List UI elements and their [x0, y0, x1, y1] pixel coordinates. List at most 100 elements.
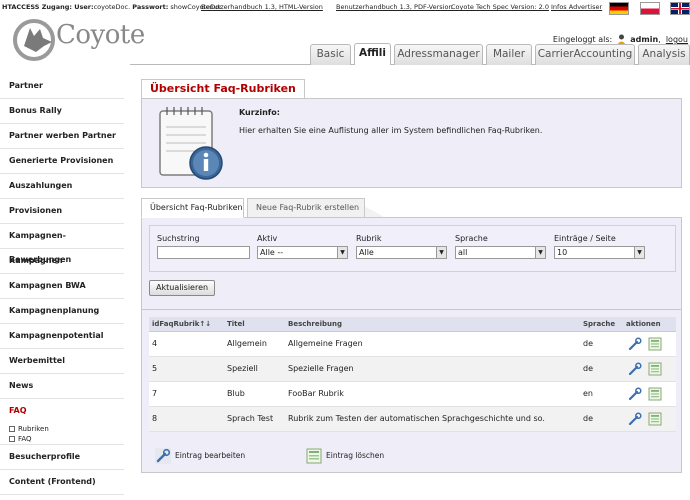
- checkbox-icon: [9, 426, 15, 432]
- sidebar-item-news[interactable]: News: [0, 374, 124, 399]
- sprache-select[interactable]: all ▼: [455, 246, 546, 259]
- table-row: 5 Speziell Spezielle Fragen de: [149, 357, 676, 382]
- sidebar-item-generierte-provisionen[interactable]: Generierte Provisionen: [0, 149, 124, 174]
- sidebar-item-werbemittel[interactable]: Werbemittel: [0, 349, 124, 374]
- sidebar-item-kampagnenpotential[interactable]: Kampagnenpotential: [0, 324, 124, 349]
- manual-pdf-link[interactable]: Benutzerhandbuch 1.3, PDF-Version: [336, 3, 453, 11]
- chevron-down-icon: ▼: [337, 247, 347, 258]
- page-title: Übersicht Faq-Rubriken: [141, 79, 305, 98]
- legend-delete-label: Eintrag löschen: [326, 451, 385, 460]
- coyote-logo[interactable]: Coyote: [10, 16, 145, 62]
- sidebar-item-auszahlungen[interactable]: Auszahlungen: [0, 174, 124, 199]
- table-panel: idFaqRubrik↑↓ Titel Beschreibung Sprache…: [141, 310, 682, 473]
- sidebar-item-partner-werben-partner[interactable]: Partner werben Partner: [0, 124, 124, 149]
- tab-carrieraccounting[interactable]: CarrierAccounting: [535, 44, 635, 65]
- cell-sprache: de: [583, 414, 593, 423]
- sidebar-item-faq[interactable]: FAQ: [0, 399, 124, 424]
- sidebar-subitem-rubriken[interactable]: Rubriken: [0, 424, 124, 434]
- sidebar-item-kampagnen[interactable]: Kampagnen: [0, 249, 124, 274]
- cell-beschreibung: Allgemeine Fragen: [288, 339, 363, 348]
- sidebar-item-kampagnen-bwa[interactable]: Kampagnen BWA: [0, 274, 124, 299]
- tab-affili[interactable]: Affili: [354, 43, 391, 65]
- notepad-info-icon: [159, 107, 223, 180]
- cell-titel: Sprach Test: [227, 414, 274, 423]
- rubrik-label: Rubrik: [356, 234, 382, 243]
- edit-wrench-icon: [155, 448, 171, 464]
- table-row: 7 Blub FooBar Rubrik en: [149, 382, 676, 407]
- edit-wrench-icon[interactable]: [628, 387, 642, 401]
- table-row: 4 Allgemein Allgemeine Fragen de: [149, 332, 676, 357]
- table-header-row: idFaqRubrik↑↓ Titel Beschreibung Sprache…: [149, 317, 676, 332]
- col-header-titel[interactable]: Titel: [227, 317, 245, 331]
- entries-label: Einträge / Seite: [554, 234, 616, 243]
- tab-overview[interactable]: Übersicht Faq-Rubriken: [141, 198, 244, 218]
- tab-create-new[interactable]: Neue Faq-Rubrik erstellen: [247, 198, 365, 218]
- sidebar-item-content-frontend[interactable]: Content (Frontend): [0, 470, 124, 495]
- info-box: Kurzinfo: Hier erhalten Sie eine Auflist…: [141, 98, 682, 188]
- infos-advertiser-link[interactable]: Infos Advertiser: [551, 3, 602, 11]
- edit-wrench-icon[interactable]: [628, 362, 642, 376]
- main-content: Übersicht Faq-Rubriken Kurzinfo: Hier er…: [133, 74, 690, 500]
- chevron-down-icon: ▼: [535, 247, 545, 258]
- col-header-sprache[interactable]: Sprache: [583, 317, 615, 331]
- logout-link[interactable]: logou: [666, 35, 688, 44]
- edit-wrench-icon[interactable]: [628, 337, 642, 351]
- manual-html-link[interactable]: Benutzerhandbuch 1.3, HTML-Version: [201, 3, 323, 11]
- sidebar-item-kampagnenplanung[interactable]: Kampagnenplanung: [0, 299, 124, 324]
- cell-id: 7: [152, 389, 158, 398]
- cell-titel: Blub: [227, 389, 245, 398]
- edit-wrench-icon[interactable]: [628, 412, 642, 426]
- login-label: Eingeloggt als:: [552, 35, 613, 44]
- chevron-down-icon: ▼: [634, 247, 644, 258]
- search-input[interactable]: [157, 246, 250, 259]
- cell-titel: Allgemein: [227, 339, 267, 348]
- cell-id: 4: [152, 339, 158, 348]
- cell-sprache: de: [583, 364, 593, 373]
- chevron-down-icon: ▼: [436, 247, 446, 258]
- delete-entry-icon[interactable]: [648, 337, 662, 351]
- cell-beschreibung: Rubrik zum Testen der automatischen Spra…: [288, 414, 545, 423]
- tab-mailer[interactable]: Mailer: [486, 44, 532, 65]
- col-header-beschreibung[interactable]: Beschreibung: [288, 317, 342, 331]
- delete-entry-icon[interactable]: [648, 412, 662, 426]
- col-header-aktionen: aktionen: [626, 320, 661, 328]
- refresh-button[interactable]: Aktualisieren: [149, 280, 216, 296]
- top-bar: HTACCESS Zugang: User:coyoteDoc. Passwor…: [0, 0, 690, 15]
- aktiv-select[interactable]: Alle -- ▼: [257, 246, 348, 259]
- rubrik-select[interactable]: Alle ▼: [356, 246, 447, 259]
- sidebar-item-provisionen[interactable]: Provisionen: [0, 199, 124, 224]
- col-header-id[interactable]: idFaqRubrik↑↓: [152, 317, 211, 331]
- cell-id: 5: [152, 364, 158, 373]
- table-row: 8 Sprach Test Rubrik zum Testen der automa…: [149, 407, 676, 432]
- sidebar-item-bonus-rally[interactable]: Bonus Rally: [0, 99, 124, 124]
- logo-text: Coyote: [56, 20, 145, 50]
- cell-titel: Speziell: [227, 364, 258, 373]
- sidebar-item-besucherprofile[interactable]: Besucherprofile: [0, 445, 124, 470]
- filter-panel: Suchstring Aktiv Alle -- ▼ Rubrik Alle ▼ S…: [141, 217, 682, 310]
- sidebar-item-kampagnen-bewerbungen[interactable]: Kampagnen-Bewerbungen: [0, 224, 124, 264]
- info-title: Kurzinfo:: [239, 108, 280, 117]
- delete-entry-icon[interactable]: [648, 387, 662, 401]
- tab-adressmanager[interactable]: Adressmanager: [394, 44, 483, 65]
- sidebar-subitem-faq[interactable]: FAQ: [0, 434, 124, 445]
- faq-rubrik-table: idFaqRubrik↑↓ Titel Beschreibung Sprache…: [149, 317, 676, 432]
- htaccess-info: HTACCESS Zugang: User:coyoteDoc. Passwor…: [2, 3, 223, 11]
- sort-arrows-icon: ↑↓: [199, 320, 212, 328]
- info-text: Hier erhalten Sie eine Auflistung aller …: [239, 126, 543, 135]
- tech-spec-link[interactable]: Coyote Tech Spec Version: 2.0: [451, 3, 549, 11]
- cell-id: 8: [152, 414, 158, 423]
- legend-edit-label: Eintrag bearbeiten: [175, 451, 246, 460]
- tab-basic[interactable]: Basic: [310, 44, 351, 65]
- delete-entry-icon[interactable]: [648, 362, 662, 376]
- username: admin: [630, 35, 659, 44]
- cell-sprache: en: [583, 389, 593, 398]
- tab-analysis[interactable]: Analysis: [638, 44, 690, 65]
- delete-entry-icon: [306, 448, 322, 464]
- cell-beschreibung: Spezielle Fragen: [288, 364, 354, 373]
- cell-sprache: de: [583, 339, 593, 348]
- sidebar-item-partner[interactable]: Partner: [0, 74, 124, 99]
- checkbox-icon: [9, 436, 15, 442]
- cell-beschreibung: FooBar Rubrik: [288, 389, 344, 398]
- filter-fields: Suchstring Aktiv Alle -- ▼ Rubrik Alle ▼ S…: [149, 225, 676, 272]
- entries-select[interactable]: 10 ▼: [554, 246, 645, 259]
